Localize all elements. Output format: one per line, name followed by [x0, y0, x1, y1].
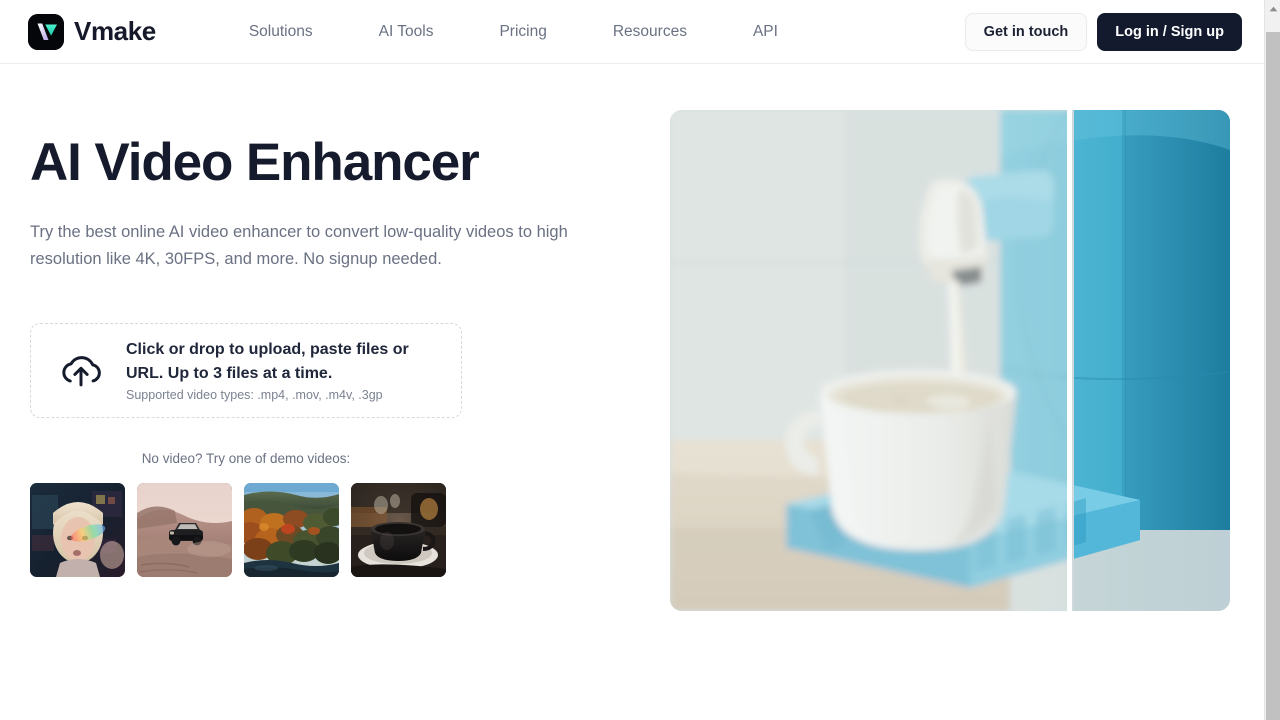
upload-dropzone-text: Click or drop to upload, paste files or … — [126, 338, 430, 402]
main-nav: Solutions AI Tools Pricing Resources API — [249, 15, 778, 49]
demo-videos-row — [30, 482, 630, 577]
demo-video-autumn-forest[interactable] — [244, 482, 339, 577]
page-scrollbar[interactable] — [1264, 0, 1280, 720]
site-header: Vmake Solutions AI Tools Pricing Resourc… — [0, 0, 1264, 64]
nav-item-pricing[interactable]: Pricing — [499, 15, 546, 49]
page-title: AI Video Enhancer — [30, 133, 480, 192]
brand-name: Vmake — [74, 16, 156, 46]
demo-videos-label: No video? Try one of demo videos: — [141, 450, 351, 466]
page-root: Vmake Solutions AI Tools Pricing Resourc… — [0, 0, 1280, 720]
header-actions: Get in touch Log in / Sign up — [964, 13, 1242, 51]
before-after-comparison-image — [670, 110, 1230, 611]
nav-item-solutions[interactable]: Solutions — [249, 15, 313, 49]
page-subtitle: Try the best online AI video enhancer to… — [30, 223, 568, 268]
upload-dropzone-title: Click or drop to upload, paste files or … — [126, 341, 409, 383]
hero-left-column: AI Video Enhancer Try the best online AI… — [30, 134, 630, 577]
vmake-logo-icon — [28, 13, 64, 50]
demo-video-portrait-rainbow-light[interactable] — [30, 482, 125, 577]
demo-video-coffee-cup[interactable] — [351, 482, 446, 577]
login-signup-button[interactable]: Log in / Sign up — [1097, 13, 1242, 51]
brand-logo-link[interactable]: Vmake — [28, 13, 156, 50]
get-in-touch-button[interactable]: Get in touch — [964, 13, 1088, 51]
upload-dropzone[interactable]: Click or drop to upload, paste files or … — [30, 322, 462, 418]
scrollbar-thumb[interactable] — [1266, 32, 1280, 720]
cloud-upload-icon — [58, 347, 104, 393]
supported-types-note: Supported video types: .mp4, .mov, .m4v,… — [126, 388, 383, 403]
nav-item-ai-tools[interactable]: AI Tools — [379, 15, 434, 49]
main-content: AI Video Enhancer Try the best online AI… — [0, 64, 1264, 720]
nav-item-api[interactable]: API — [753, 15, 778, 49]
nav-item-resources[interactable]: Resources — [613, 15, 687, 49]
demo-video-desert-car[interactable] — [137, 482, 232, 577]
scroll-up-arrow-icon[interactable] — [1265, 0, 1280, 17]
